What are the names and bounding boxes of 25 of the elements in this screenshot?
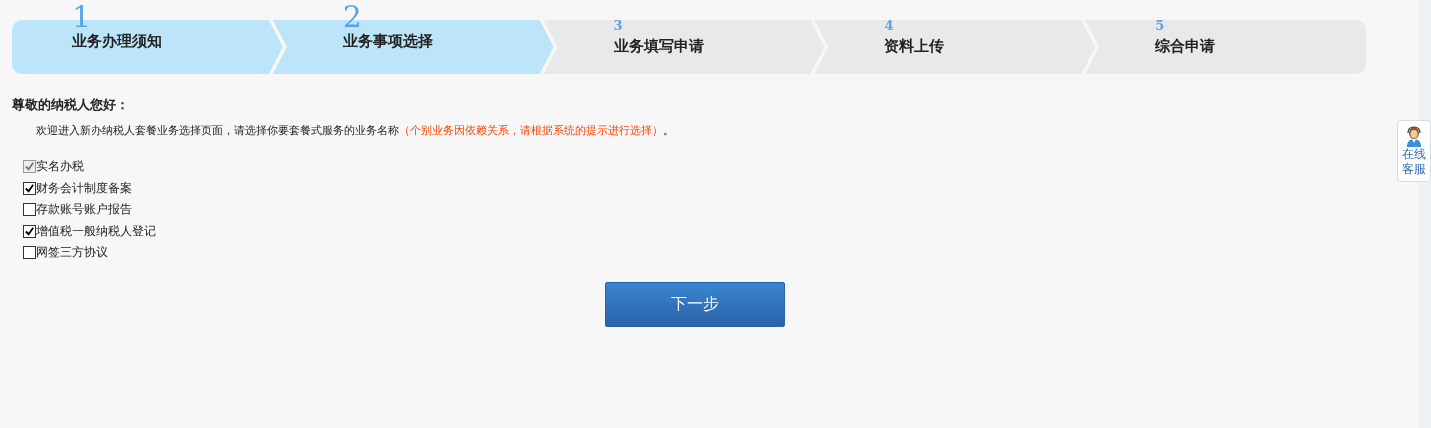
option-label: 增值税一般纳税人登记 (36, 222, 156, 240)
step-number: 1 (72, 6, 92, 28)
option-label: 网签三方协议 (36, 244, 108, 262)
intro-text: 欢迎进入新办纳税人套餐业务选择页面，请选择你要套餐式服务的业务名称（个别业务因依赖关系，请根据系统的提示进行选择）。 (36, 123, 675, 138)
step-number: 4 (884, 19, 894, 33)
option-label: 存款账号账户报告 (36, 201, 132, 219)
option-label: 财务会计制度备案 (36, 179, 132, 197)
step-number: 5 (1155, 19, 1165, 33)
checkbox[interactable] (23, 181, 36, 195)
step-label: 业务填写申请 (613, 37, 705, 56)
step-label: 业务办理须知 (72, 32, 163, 51)
step-label: 业务事项选择 (342, 32, 434, 51)
agent-icon (1404, 125, 1424, 147)
greeting-heading: 尊敬的纳税人您好： (12, 96, 130, 114)
step-label: 资料上传 (884, 37, 946, 56)
online-service-label: 在线客服 (1401, 147, 1427, 177)
checkbox[interactable] (23, 246, 36, 260)
step-label: 综合申请 (1155, 37, 1217, 56)
step-number: 3 (613, 19, 623, 33)
checkbox[interactable] (23, 203, 36, 217)
option-label: 实名办税 (36, 158, 84, 176)
next-step-button[interactable]: 下一步 (604, 281, 785, 327)
online-service-button[interactable]: 在线客服 (1397, 120, 1431, 182)
step-number: 2 (342, 6, 362, 28)
checkbox[interactable] (23, 224, 36, 238)
